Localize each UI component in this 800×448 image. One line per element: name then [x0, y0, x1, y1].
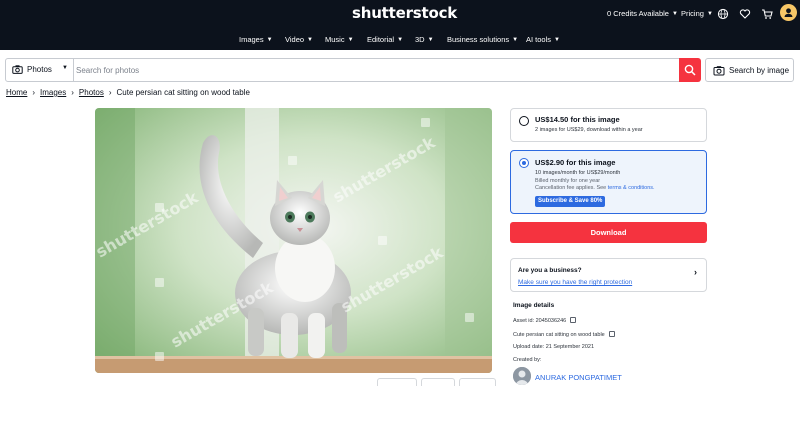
search-by-image-button[interactable]: Search by image	[705, 58, 794, 82]
camera-icon	[12, 65, 23, 74]
image-caption: Cute persian cat sitting on wood table	[513, 332, 605, 338]
main-nav: Images ▼ Video ▼ Music ▼ Editorial ▼ 3D ▼ Bus…	[0, 35, 800, 47]
caption-row: Cute persian cat sitting on wood table	[513, 331, 615, 338]
breadcrumb-current: Cute persian cat sitting on wood table	[116, 88, 250, 97]
search-icon	[684, 64, 696, 76]
top-header: shutterstock 0 Credits Available ▼ Pricin…	[0, 0, 800, 50]
search-box: Photos ▼	[5, 58, 701, 82]
nav-label: AI tools	[526, 35, 552, 44]
breadcrumb-images[interactable]: Images	[40, 88, 66, 97]
asset-id-row: Asset id: 2045036246	[513, 317, 577, 324]
user-icon	[784, 8, 793, 17]
credits-label: 0 Credits Available	[607, 9, 669, 18]
chevron-right-icon: ›	[71, 88, 74, 97]
created-by-label: Created by:	[513, 357, 542, 363]
subscription-option[interactable]: US$2.90 for this image 10 images/month f…	[510, 150, 707, 214]
chevron-down-icon: ▼	[62, 65, 68, 71]
contributor-photo	[513, 367, 531, 385]
cart-icon[interactable]	[761, 8, 773, 20]
shutterstock-logo[interactable]: shutterstock	[352, 4, 457, 22]
single-image-option[interactable]: US$14.50 for this image 2 images for US$…	[510, 108, 707, 142]
copy-icon[interactable]	[570, 317, 577, 323]
cat-photo-image: shutterstock shutterstock shutterstock s…	[95, 108, 492, 373]
search-input[interactable]	[76, 61, 676, 79]
nav-editorial[interactable]: Editorial ▼	[367, 35, 403, 44]
terms-link[interactable]: terms & conditions.	[608, 185, 655, 191]
nav-ai-tools[interactable]: AI tools ▼	[526, 35, 560, 44]
nav-label: Video	[285, 35, 305, 44]
search-button[interactable]	[679, 58, 701, 82]
photo-action-button[interactable]	[377, 378, 417, 386]
upload-date: Upload date: 21 September 2021	[513, 344, 595, 350]
chevron-down-icon: ▼	[266, 37, 273, 43]
asset-id: Asset id: 2045036246	[513, 318, 567, 324]
option-title: US$2.90 for this image	[535, 158, 616, 167]
pricing-label: Pricing	[681, 9, 704, 18]
chevron-right-icon: ›	[108, 88, 112, 97]
image-details-heading: Image details	[513, 302, 555, 309]
photo-action-button[interactable]	[421, 378, 455, 386]
chevron-down-icon: ▼	[706, 11, 713, 17]
download-button[interactable]: Download	[510, 222, 707, 243]
user-avatar[interactable]	[780, 4, 797, 21]
heart-icon[interactable]	[739, 8, 751, 20]
business-protection-card[interactable]: Are you a business? Make sure you have t…	[510, 258, 707, 292]
chevron-down-icon: ▼	[554, 37, 560, 43]
option-line: Cancellation fee applies. See terms & co…	[535, 185, 655, 191]
pricing-menu[interactable]: Pricing ▼	[681, 9, 713, 18]
chevron-right-icon: ›	[32, 88, 36, 97]
globe-icon[interactable]	[717, 8, 729, 20]
breadcrumb-photos[interactable]: Photos	[79, 88, 104, 97]
product-photo[interactable]: shutterstock shutterstock shutterstock s…	[95, 108, 492, 373]
cancellation-text: Cancellation fee applies. See	[535, 185, 607, 191]
copy-icon[interactable]	[608, 331, 615, 337]
nav-label: Images	[239, 35, 264, 44]
nav-label: 3D	[415, 35, 425, 44]
option-line: 10 images/month for US$29/month	[535, 170, 621, 176]
option-subtitle: 2 images for US$29, download within a ye…	[535, 127, 643, 133]
nav-business-solutions[interactable]: Business solutions ▼	[447, 35, 518, 44]
credits-menu[interactable]: 0 Credits Available ▼	[607, 9, 678, 18]
chevron-down-icon: ▼	[347, 37, 354, 43]
contributor-avatar[interactable]	[513, 367, 531, 385]
radio-unselected[interactable]	[519, 116, 529, 126]
image-search-icon	[713, 66, 725, 76]
photo-action-button[interactable]	[459, 378, 496, 386]
nav-3d[interactable]: 3D ▼	[415, 35, 434, 44]
search-row: Photos ▼ Search by image	[0, 50, 800, 90]
breadcrumb-home[interactable]: Home	[6, 88, 27, 97]
chevron-down-icon: ▼	[671, 11, 678, 17]
nav-label: Editorial	[367, 35, 395, 44]
nav-label: Music	[325, 35, 345, 44]
chevron-down-icon: ▼	[397, 37, 404, 43]
chevron-down-icon: ▼	[427, 37, 434, 43]
chevron-down-icon: ▼	[512, 37, 519, 43]
business-title: Are you a business?	[518, 267, 582, 274]
search-by-image-label: Search by image	[729, 66, 790, 75]
breadcrumb: Home › Images › Photos › Cute persian cat sitt…	[6, 88, 250, 100]
option-title: US$14.50 for this image	[535, 115, 620, 124]
contributor-name-link[interactable]: ANURAK PONGPATIMET	[535, 373, 622, 382]
business-link[interactable]: Make sure you have the right protection	[518, 279, 632, 286]
nav-label: Business solutions	[447, 35, 510, 44]
subscribe-save-badge: Subscribe & Save 80%	[535, 196, 606, 207]
nav-video[interactable]: Video ▼	[285, 35, 313, 44]
chevron-down-icon: ▼	[307, 37, 313, 43]
radio-selected[interactable]	[519, 158, 529, 168]
chevron-right-icon: ›	[694, 267, 697, 277]
search-type-select[interactable]: Photos ▼	[6, 59, 74, 81]
nav-music[interactable]: Music ▼	[325, 35, 354, 44]
option-line: Billed monthly for one year	[535, 178, 601, 184]
nav-images[interactable]: Images ▼	[239, 35, 273, 44]
search-type-label: Photos	[27, 65, 52, 74]
